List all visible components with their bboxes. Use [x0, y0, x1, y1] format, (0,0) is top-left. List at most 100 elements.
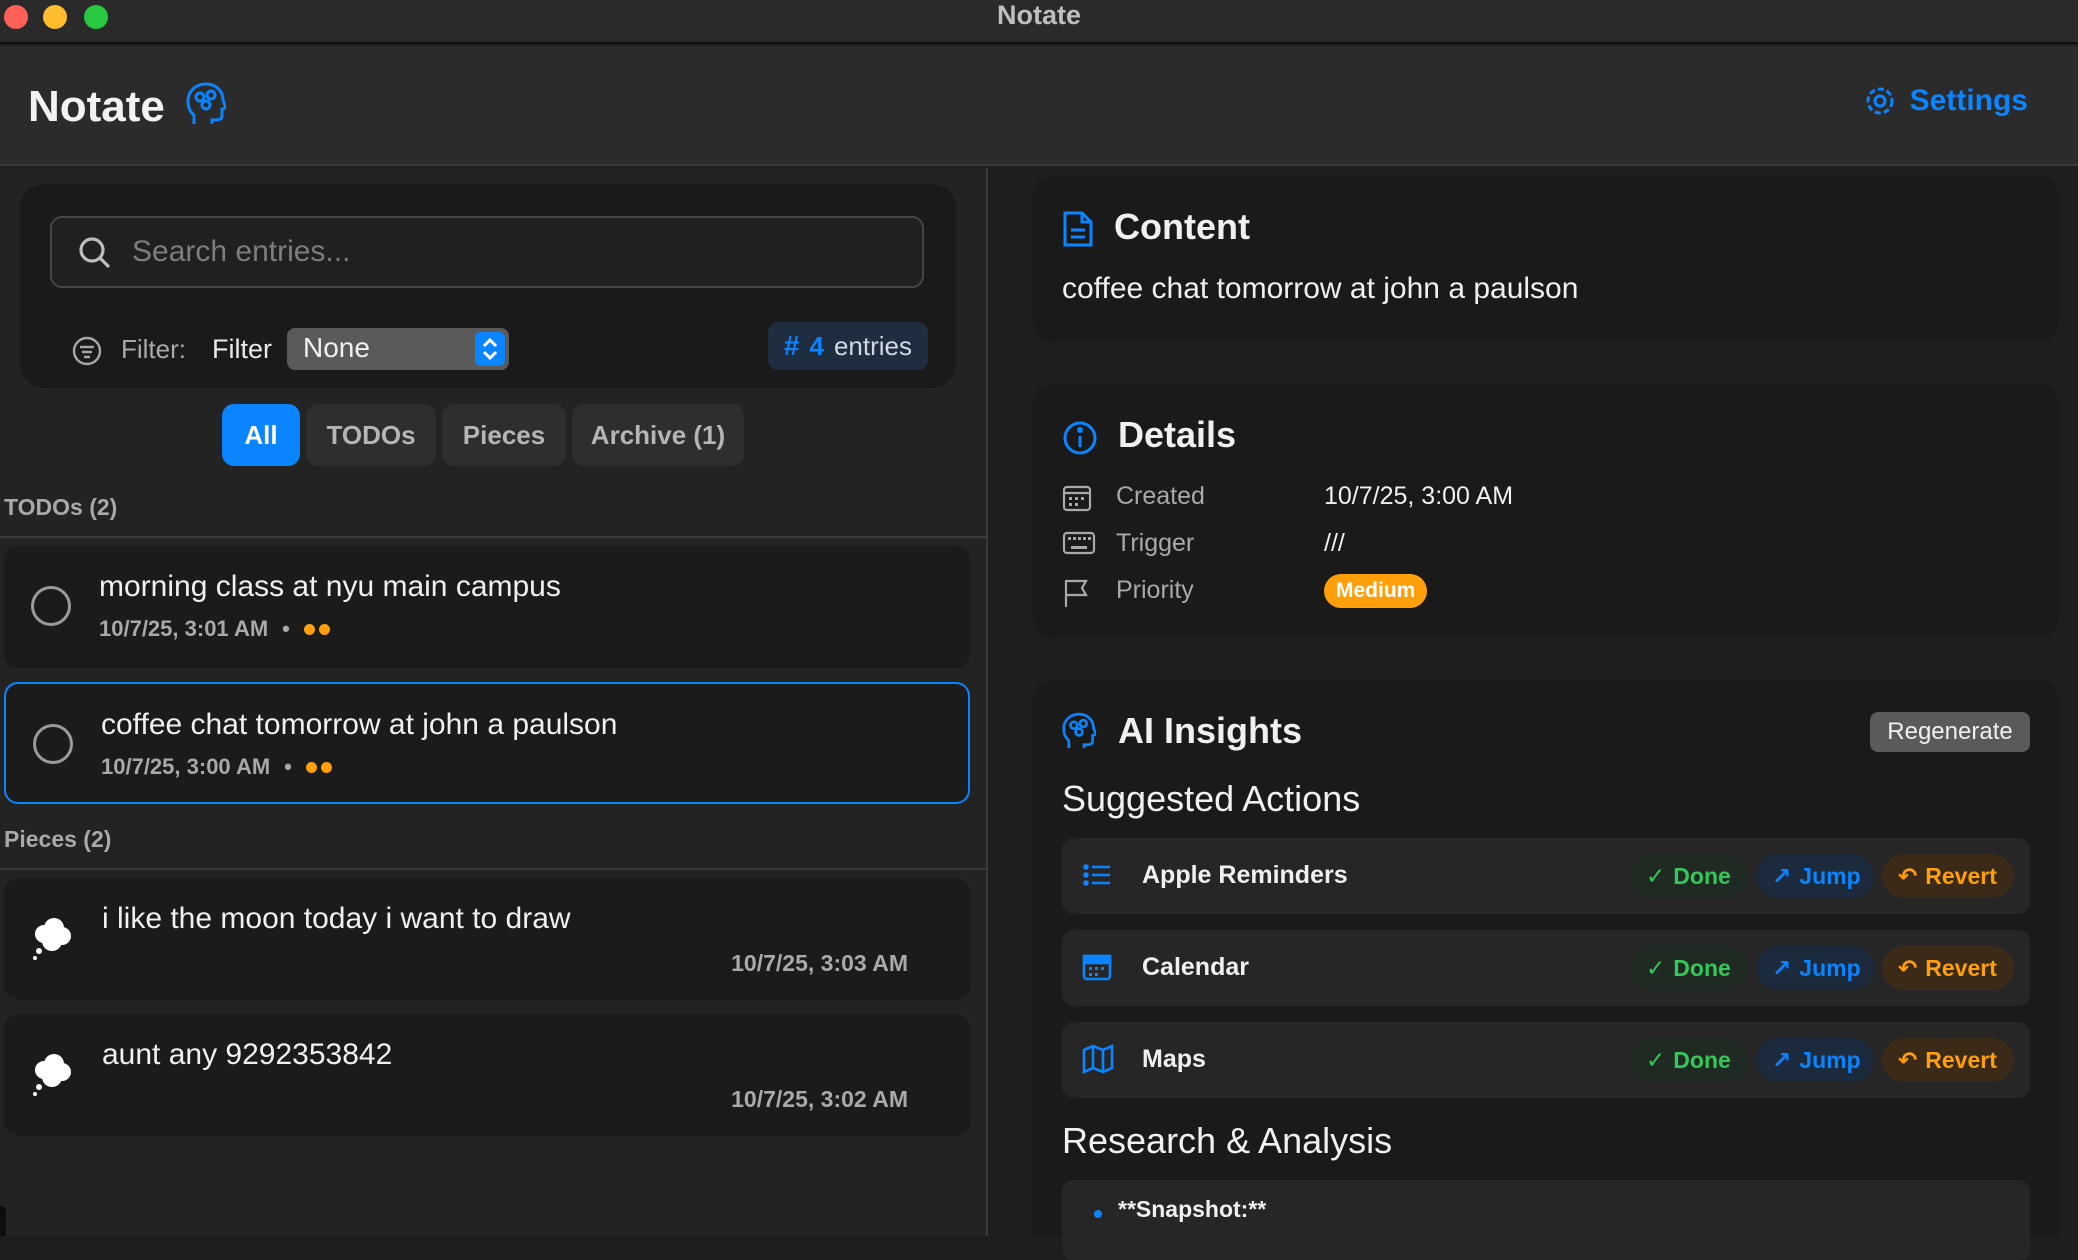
- created-label: Created: [1116, 482, 1205, 510]
- jump-label: Jump: [1799, 954, 1861, 981]
- todo-item-selected[interactable]: coffee chat tomorrow at john a paulson 1…: [4, 682, 970, 804]
- undo-arrow-icon: ↶: [1898, 954, 1918, 981]
- done-button[interactable]: ✓ Done: [1630, 946, 1748, 990]
- filter-select-value: None: [303, 332, 370, 363]
- trigger-label: Trigger: [1116, 529, 1195, 557]
- jump-button[interactable]: ↗ Jump: [1756, 946, 1874, 990]
- arrow-up-right-icon: ↗: [1772, 954, 1792, 981]
- action-label: Apple Reminders: [1142, 861, 1348, 889]
- app-title: Notate: [28, 82, 165, 131]
- jump-button[interactable]: ↗ Jump: [1756, 854, 1874, 898]
- todo-time: 10/7/25, 3:00 AM: [101, 754, 271, 779]
- revert-button[interactable]: ↶ Revert: [1882, 1038, 2014, 1082]
- ai-insights-card: AI Insights Regenerate Suggested Actions…: [1032, 680, 2060, 1260]
- jump-label: Jump: [1799, 862, 1861, 889]
- content-text: coffee chat tomorrow at john a paulson: [1062, 272, 1579, 305]
- hash-icon: #: [783, 330, 800, 361]
- revert-button[interactable]: ↶ Revert: [1882, 854, 2014, 898]
- brain-head-icon: [1062, 712, 1096, 749]
- revert-label: Revert: [1925, 1046, 1997, 1073]
- tab-pieces[interactable]: Pieces: [442, 404, 566, 466]
- piece-item[interactable]: i like the moon today i want to draw 10/…: [4, 878, 970, 1000]
- todo-item[interactable]: morning class at nyu main campus 10/7/25…: [4, 546, 970, 668]
- keyboard-icon: [1062, 531, 1096, 555]
- done-button[interactable]: ✓ Done: [1630, 854, 1748, 898]
- todo-checkbox[interactable]: [33, 724, 73, 764]
- gear-icon: [1866, 87, 1894, 115]
- separator-dot: •: [284, 754, 292, 779]
- todo-time: 10/7/25, 3:01 AM: [99, 616, 269, 641]
- arrow-up-right-icon: ↗: [1772, 862, 1792, 889]
- piece-time: 10/7/25, 3:03 AM: [731, 950, 908, 976]
- search-filter-card: Filter: Filter None # 4 entries: [20, 184, 956, 388]
- action-apple-reminders: Apple Reminders ✓ Done ↗ Jump ↶ Revert: [1062, 838, 2030, 914]
- jump-label: Jump: [1799, 1046, 1861, 1073]
- content-card: Content coffee chat tomorrow at john a p…: [1032, 176, 2060, 342]
- settings-label: Settings: [1909, 84, 2028, 117]
- search-box[interactable]: [50, 216, 924, 288]
- research-item: **Snapshot:**: [1118, 1196, 1267, 1222]
- calendar-icon: [1062, 485, 1092, 512]
- map-icon: [1082, 1044, 1114, 1074]
- todo-checkbox[interactable]: [31, 586, 71, 626]
- revert-button[interactable]: ↶ Revert: [1882, 946, 2014, 990]
- bullet-dot: [1094, 1210, 1102, 1218]
- thought-bubble-icon: [33, 918, 71, 960]
- todos-section-header: TODOs (2): [0, 482, 986, 538]
- revert-label: Revert: [1925, 862, 1997, 889]
- ai-insights-title: AI Insights: [1118, 710, 1303, 751]
- action-label: Maps: [1142, 1045, 1206, 1073]
- filter-icon: [72, 336, 102, 366]
- jump-button[interactable]: ↗ Jump: [1756, 1038, 1874, 1082]
- settings-button[interactable]: Settings: [1864, 84, 2028, 118]
- priority-badge: Medium: [1324, 574, 1428, 608]
- select-stepper-icon: [475, 332, 505, 366]
- research-title: Research & Analysis: [1062, 1120, 1393, 1161]
- flag-icon: [1064, 579, 1088, 607]
- filter-label: Filter:: [121, 334, 186, 364]
- document-icon: [1063, 211, 1093, 247]
- thought-bubble-icon: [33, 1054, 71, 1096]
- resize-handle[interactable]: [0, 1206, 6, 1236]
- piece-time: 10/7/25, 3:02 AM: [731, 1086, 908, 1112]
- done-button[interactable]: ✓ Done: [1630, 1038, 1748, 1082]
- undo-arrow-icon: ↶: [1898, 1046, 1918, 1073]
- action-maps: Maps ✓ Done ↗ Jump ↶ Revert: [1062, 1022, 2030, 1098]
- content-title: Content: [1114, 206, 1250, 247]
- priority-indicator: [305, 761, 332, 773]
- tab-all[interactable]: All: [222, 404, 300, 466]
- done-label: Done: [1673, 954, 1731, 981]
- pieces-section-header: Pieces (2): [0, 814, 986, 870]
- checkmark-icon: ✓: [1646, 954, 1666, 981]
- tab-todos[interactable]: TODOs: [306, 404, 436, 466]
- todo-meta: 10/7/25, 3:01 AM •: [99, 616, 330, 642]
- todo-title: coffee chat tomorrow at john a paulson: [101, 708, 618, 741]
- checkmark-icon: ✓: [1646, 862, 1666, 889]
- arrow-up-right-icon: ↗: [1772, 1046, 1792, 1073]
- created-value: 10/7/25, 3:00 AM: [1324, 482, 1514, 510]
- list-icon: [1083, 864, 1110, 886]
- research-content: **Snapshot:**: [1062, 1180, 2030, 1260]
- done-label: Done: [1673, 1046, 1731, 1073]
- priority-label: Priority: [1116, 576, 1194, 604]
- priority-row: Priority Medium: [1062, 572, 1962, 612]
- piece-item[interactable]: aunt any 9292353842 10/7/25, 3:02 AM: [4, 1014, 970, 1136]
- brain-head-icon: [186, 82, 228, 133]
- undo-arrow-icon: ↶: [1898, 862, 1918, 889]
- search-input[interactable]: [130, 218, 900, 286]
- tab-archive[interactable]: Archive (1): [572, 404, 744, 466]
- priority-indicator: [303, 623, 330, 635]
- window-titlebar: Notate: [0, 0, 2078, 44]
- filter-select[interactable]: None: [287, 328, 509, 370]
- trigger-row: Trigger ///: [1062, 525, 1962, 565]
- done-label: Done: [1673, 862, 1731, 889]
- entries-sidebar: Filter: Filter None # 4 entries All TODO…: [0, 168, 988, 1236]
- suggested-actions-title: Suggested Actions: [1062, 778, 1361, 819]
- piece-title: i like the moon today i want to draw: [102, 902, 571, 935]
- piece-title: aunt any 9292353842: [102, 1038, 393, 1071]
- category-tabs: All TODOs Pieces Archive (1): [222, 404, 744, 466]
- window-title: Notate: [996, 0, 1081, 30]
- regenerate-button[interactable]: Regenerate: [1870, 712, 2030, 752]
- details-title: Details: [1118, 414, 1237, 455]
- revert-label: Revert: [1925, 954, 1997, 981]
